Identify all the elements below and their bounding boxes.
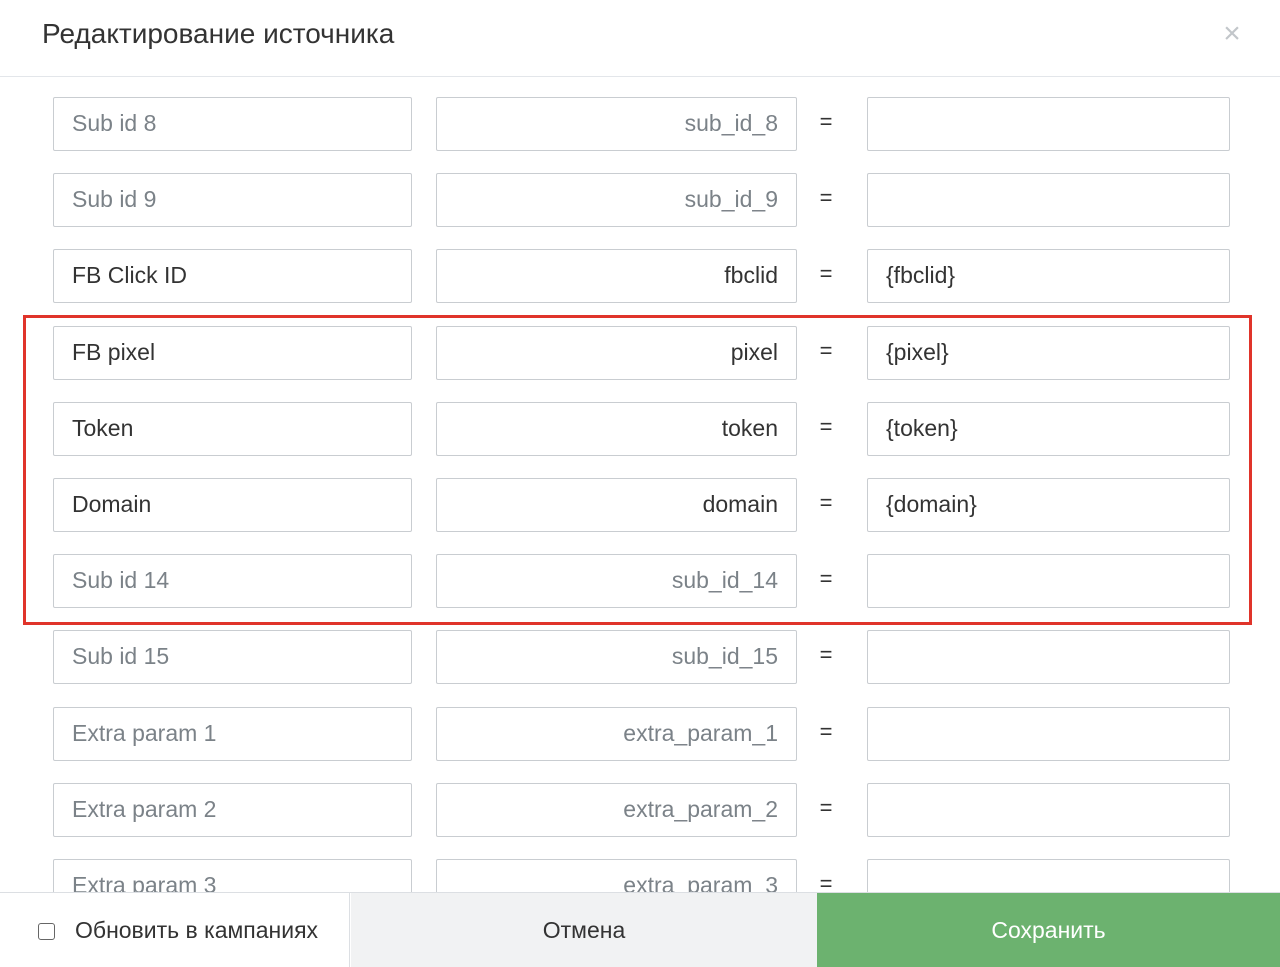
equals-sign: = bbox=[819, 871, 833, 892]
param-label-input[interactable]: Sub id 8 bbox=[53, 97, 412, 151]
param-name-input[interactable]: extra_param_3 bbox=[436, 859, 797, 892]
equals-sign: = bbox=[819, 718, 833, 744]
param-label-input[interactable]: Sub id 15 bbox=[53, 630, 412, 685]
param-value-input[interactable] bbox=[867, 173, 1230, 228]
param-label-input[interactable]: FB Click ID bbox=[53, 249, 412, 304]
param-value-input[interactable]: {pixel} bbox=[867, 325, 1230, 380]
equals-sign: = bbox=[819, 185, 833, 211]
equals-sign: = bbox=[819, 413, 833, 439]
param-label-input[interactable]: Domain bbox=[53, 478, 412, 532]
param-label-input[interactable]: Extra param 1 bbox=[53, 706, 412, 761]
param-label-input[interactable]: Sub id 9 bbox=[53, 173, 412, 228]
cancel-button[interactable]: Отмена bbox=[351, 893, 817, 967]
equals-sign: = bbox=[819, 642, 833, 668]
modal-footer: Обновить в кампаниях Отмена Сохранить bbox=[0, 892, 1280, 967]
param-label-input[interactable]: Sub id 14 bbox=[53, 554, 412, 609]
param-name-input[interactable]: sub_id_9 bbox=[436, 173, 797, 228]
param-value-input[interactable] bbox=[867, 554, 1230, 609]
param-label-input[interactable]: Extra param 2 bbox=[53, 782, 412, 837]
equals-sign: = bbox=[819, 261, 833, 287]
modal-header: Редактирование источника × bbox=[0, 0, 1280, 77]
param-value-input[interactable] bbox=[867, 630, 1230, 685]
update-in-campaigns[interactable]: Обновить в кампаниях bbox=[0, 893, 350, 967]
param-value-input[interactable] bbox=[867, 706, 1230, 761]
param-row: Sub id 9 sub_id_9 = bbox=[0, 173, 1280, 228]
equals-sign: = bbox=[819, 337, 833, 363]
param-name-input[interactable]: domain bbox=[436, 478, 797, 532]
params-list[interactable]: Sub id 8 sub_id_8 = Sub id 9 sub_id_9 = FB Cli… bbox=[0, 78, 1280, 892]
param-name-input[interactable]: sub_id_8 bbox=[436, 97, 797, 151]
param-value-input[interactable] bbox=[867, 97, 1230, 151]
param-name-input[interactable]: fbclid bbox=[436, 249, 797, 304]
param-value-input[interactable] bbox=[867, 859, 1230, 892]
checkbox-icon[interactable] bbox=[38, 923, 55, 940]
param-row: Token token = {token} bbox=[0, 401, 1280, 456]
param-value-input[interactable]: {token} bbox=[867, 401, 1230, 456]
param-name-input[interactable]: extra_param_2 bbox=[436, 782, 797, 837]
param-row: Sub id 8 sub_id_8 = bbox=[0, 97, 1280, 151]
equals-sign: = bbox=[819, 109, 833, 134]
equals-sign: = bbox=[819, 794, 833, 820]
param-value-input[interactable]: {fbclid} bbox=[867, 249, 1230, 304]
param-value-input[interactable]: {domain} bbox=[867, 478, 1230, 532]
param-name-input[interactable]: extra_param_1 bbox=[436, 706, 797, 761]
param-row: FB pixel pixel = {pixel} bbox=[0, 325, 1280, 380]
close-icon[interactable]: × bbox=[1214, 16, 1250, 52]
param-name-input[interactable]: sub_id_15 bbox=[436, 630, 797, 685]
modal-title: Редактирование источника bbox=[42, 18, 395, 49]
update-in-campaigns-label[interactable]: Обновить в кампаниях bbox=[75, 917, 318, 944]
param-row: Extra param 1 extra_param_1 = bbox=[0, 706, 1280, 761]
param-name-input[interactable]: pixel bbox=[436, 325, 797, 380]
param-label-input[interactable]: Extra param 3 bbox=[53, 859, 412, 892]
param-label-input[interactable]: FB pixel bbox=[53, 325, 412, 380]
param-row: Domain domain = {domain} bbox=[0, 478, 1280, 532]
equals-sign: = bbox=[819, 490, 833, 515]
param-row: Extra param 3 extra_param_3 = bbox=[0, 859, 1280, 892]
param-row: Sub id 15 sub_id_15 = bbox=[0, 630, 1280, 685]
param-row: FB Click ID fbclid = {fbclid} bbox=[0, 249, 1280, 304]
equals-sign: = bbox=[819, 566, 833, 592]
param-row: Extra param 2 extra_param_2 = bbox=[0, 782, 1280, 837]
param-row: Sub id 14 sub_id_14 = bbox=[0, 554, 1280, 609]
save-button[interactable]: Сохранить bbox=[817, 893, 1280, 967]
param-name-input[interactable]: sub_id_14 bbox=[436, 554, 797, 609]
param-name-input[interactable]: token bbox=[436, 401, 797, 456]
param-value-input[interactable] bbox=[867, 782, 1230, 837]
param-label-input[interactable]: Token bbox=[53, 401, 412, 456]
